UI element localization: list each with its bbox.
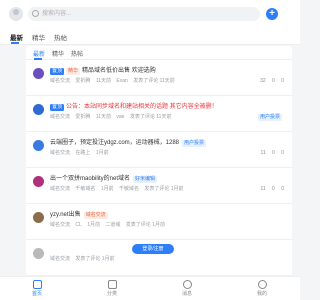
post-time: 1月前: [95, 150, 109, 156]
main-tabs: 最新 精华 热帖: [0, 28, 300, 45]
post-time: 1月前: [100, 186, 114, 192]
list-item[interactable]: 置顶 公告：本站同步域名和建站相关的话题 其它内容全被删！ 域名交流 爱折腾 11…: [26, 96, 292, 132]
post-forum[interactable]: 域名交流: [50, 256, 70, 262]
list-item[interactable]: 云端圈子，预定投注ydgz.com，运动器械，1288 用户投票 域名交流 在路上…: [26, 132, 292, 168]
post-title[interactable]: yzy.net出售: [50, 212, 81, 218]
post-title[interactable]: 精品域名低价出售 欢迎选购: [82, 68, 156, 74]
avatar[interactable]: [33, 212, 44, 223]
search-box[interactable]: 搜索内容...: [28, 7, 260, 21]
add-post-button[interactable]: +: [266, 8, 278, 20]
user-avatar[interactable]: [9, 7, 23, 21]
list-item[interactable]: 置顶 精华 精品域名低价出售 欢迎选购 域名交流 爱折腾 11天前 Exan 发表了…: [26, 60, 292, 96]
reply-user[interactable]: Exan: [116, 78, 127, 84]
post-forum[interactable]: 域名交流: [50, 78, 70, 84]
reply-user[interactable]: vae: [116, 114, 124, 120]
post-author[interactable]: 爱折腾: [75, 78, 90, 84]
reply-user[interactable]: 二道域: [105, 222, 120, 228]
avatar[interactable]: [33, 176, 44, 187]
avatar[interactable]: [33, 104, 44, 115]
pinned-badge: 置顶: [50, 103, 65, 111]
sub-tabs: 最新 精华 热帖: [26, 46, 292, 60]
featured-badge: 精华: [66, 67, 81, 75]
category-icon: [107, 280, 117, 289]
post-author[interactable]: CL: [75, 222, 81, 228]
nav-label: 我的: [256, 291, 267, 297]
post-author[interactable]: 千敏域名: [75, 186, 95, 192]
share-count: 0: [281, 150, 284, 156]
avatar[interactable]: [33, 140, 44, 151]
post-forum[interactable]: 域名交流: [50, 114, 70, 120]
reply-user[interactable]: 千敏域名: [119, 186, 139, 192]
login-register-button[interactable]: 登录/注册: [132, 244, 174, 254]
avatar[interactable]: [33, 68, 44, 79]
reply-count: 11: [260, 186, 266, 192]
reply-count: 11: [260, 150, 266, 156]
tab-indicator: [11, 42, 19, 44]
search-placeholder: 搜索内容...: [42, 11, 72, 17]
subtab-hot[interactable]: 热帖: [71, 49, 83, 58]
like-count: 0: [272, 186, 275, 192]
nav-message[interactable]: 消息: [167, 280, 207, 297]
post-time: 1月前: [87, 222, 100, 228]
post-forum[interactable]: 域名交流: [50, 222, 70, 228]
nav-home[interactable]: 首页: [17, 280, 57, 297]
reply-time: 发表了评论 1月前: [125, 222, 165, 228]
reply-time: 发表了评论 1月前: [144, 186, 184, 192]
nav-category[interactable]: 分类: [92, 280, 132, 297]
reply-time: 发表了评论 11天前: [129, 114, 172, 120]
post-author[interactable]: 在路上: [75, 150, 90, 156]
post-forum[interactable]: 域名交流: [50, 186, 70, 192]
share-count: 0: [281, 186, 284, 192]
user-icon: [257, 280, 267, 289]
vote-badge: 用户投票: [182, 139, 207, 147]
post-title[interactable]: 云端圈子，预定投注ydgz.com，运动器械，1288: [50, 140, 179, 146]
post-time: 11天前: [95, 78, 112, 84]
list-item[interactable]: yzy.net出售 域名交流 域名交流 CL 1月前 二道域 发表了评论 1月前: [26, 204, 292, 240]
reply-count: 32: [260, 78, 266, 84]
share-count: 0: [281, 78, 284, 84]
avatar[interactable]: [33, 248, 44, 259]
tab-featured[interactable]: 精华: [32, 32, 45, 42]
reply-time: 发表了评论 11天前: [133, 78, 175, 84]
tab-hot[interactable]: 热帖: [54, 32, 67, 42]
home-icon: [32, 280, 42, 289]
top-bar: 搜索内容... +: [0, 0, 300, 28]
post-list-card: 最新 精华 热帖 置顶 精华 精品域名低价出售 欢迎选购 域名交流 爱折腾 11天前…: [26, 46, 292, 276]
tag-badge: 好米编辑: [133, 175, 158, 183]
pinned-badge: 置顶: [50, 67, 65, 75]
nav-user[interactable]: 我的: [242, 280, 282, 297]
post-title[interactable]: 出一个双拼maobility的net域名: [50, 176, 130, 182]
vote-badge: 用户投票: [257, 114, 282, 121]
like-count: 0: [272, 150, 275, 156]
post-time: 11天前: [95, 114, 112, 120]
forum-badge: 域名交流: [83, 211, 108, 219]
post-forum[interactable]: 域名交流: [50, 150, 70, 156]
subtab-latest[interactable]: 最新: [33, 49, 45, 58]
search-icon: [32, 10, 39, 17]
message-icon: [182, 280, 192, 289]
nav-label: 消息: [181, 291, 192, 297]
nav-label: 分类: [106, 291, 117, 297]
bottom-nav: 首页 分类 消息 我的: [0, 276, 300, 300]
tab-latest[interactable]: 最新: [10, 32, 23, 42]
post-title[interactable]: 公告：本站同步域名和建站相关的话题 其它内容全被删！: [66, 104, 218, 110]
post-author[interactable]: 爱折腾: [75, 114, 90, 120]
reply-time: 发表了评论 1月前: [75, 256, 115, 262]
nav-label: 首页: [31, 291, 42, 297]
like-count: 0: [272, 78, 275, 84]
subtab-featured[interactable]: 精华: [52, 49, 64, 58]
list-item[interactable]: 出一个双拼maobility的net域名 好米编辑 域名交流 千敏域名 1月前 千…: [26, 168, 292, 204]
